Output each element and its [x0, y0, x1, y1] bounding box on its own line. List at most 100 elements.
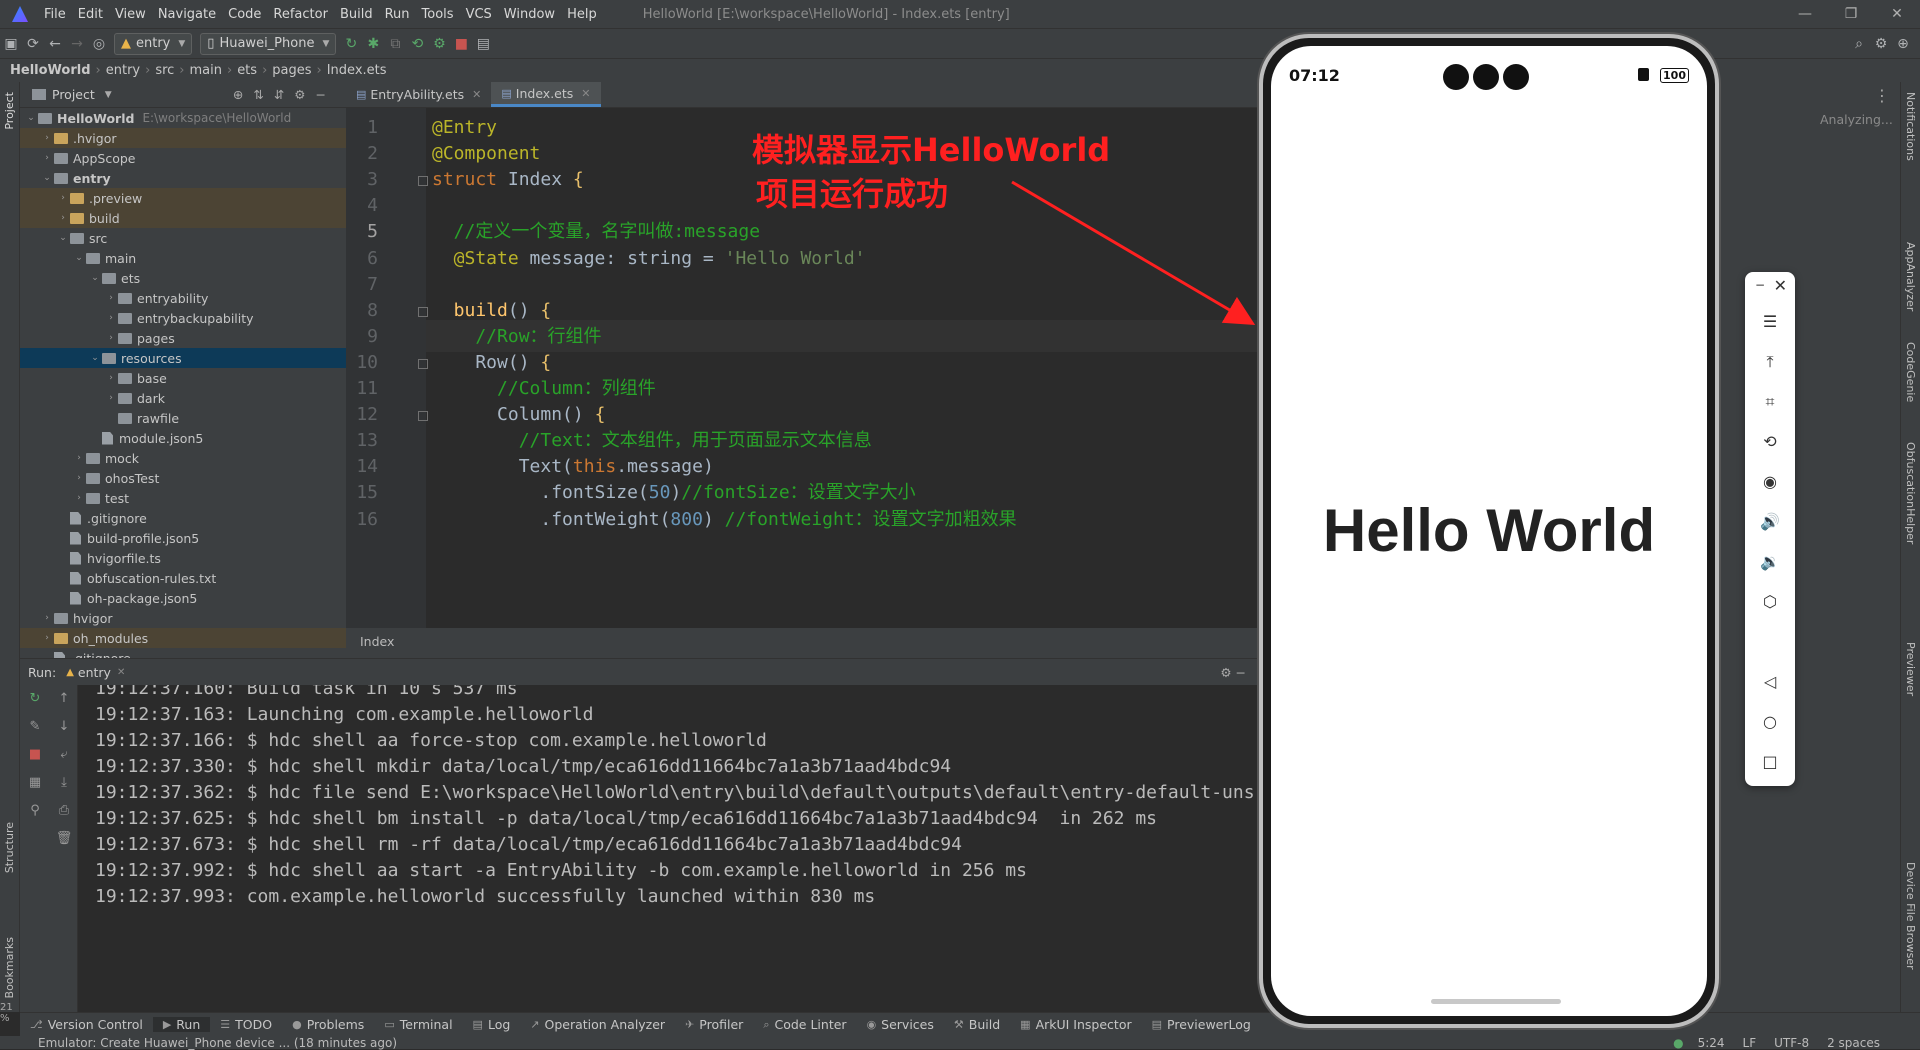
debug-icon[interactable]: ✱ — [362, 33, 384, 55]
bottom-tab-previewerlog[interactable]: ▤ PreviewerLog — [1142, 1017, 1261, 1032]
bottom-tab-todo[interactable]: ☰ TODO — [210, 1017, 282, 1032]
record-icon[interactable]: ◉ — [1745, 472, 1795, 491]
tree-item[interactable]: ⌄ HelloWorld E:\workspace\HelloWorld — [20, 108, 346, 128]
bottom-tab-arkui-inspector[interactable]: ▦ ArkUI Inspector — [1010, 1017, 1141, 1032]
chevron-right-icon[interactable]: › — [56, 193, 70, 203]
tree-item[interactable]: › .preview — [20, 188, 346, 208]
right-tool-tab[interactable]: Notifications — [1904, 92, 1917, 161]
update-icon[interactable]: ⊕ — [1892, 33, 1914, 55]
tree-item[interactable]: build-profile.json5 — [20, 528, 346, 548]
apply-changes-icon[interactable]: ⟲ — [406, 33, 428, 55]
stop-icon[interactable]: ■ — [20, 741, 50, 769]
sync-icon[interactable]: ⟳ — [22, 33, 44, 55]
search-icon[interactable]: ⌕ — [1848, 33, 1870, 55]
breadcrumb-item[interactable]: src — [155, 63, 174, 78]
editor-tab[interactable]: ▤ EntryAbility.ets ✕ — [346, 82, 491, 107]
print-icon[interactable]: ⎙ — [50, 797, 78, 825]
tree-item[interactable]: › pages — [20, 328, 346, 348]
tree-item[interactable]: obfuscation-rules.txt — [20, 568, 346, 588]
target-icon[interactable]: ◎ — [88, 33, 110, 55]
bottom-tab-terminal[interactable]: ▭ Terminal — [374, 1017, 462, 1032]
tree-item[interactable]: › entryability — [20, 288, 346, 308]
chevron-right-icon[interactable]: › — [56, 213, 70, 223]
layout-icon[interactable]: ▦ — [20, 769, 50, 797]
tree-item[interactable]: › test — [20, 488, 346, 508]
tree-item[interactable]: › .hvigor — [20, 128, 346, 148]
tree-item[interactable]: › build — [20, 208, 346, 228]
status-item[interactable]: LF — [1743, 1036, 1757, 1050]
structure-tool-tab[interactable]: Structure — [3, 822, 16, 873]
rerun-icon[interactable]: ↻ — [340, 33, 362, 55]
shake-icon[interactable]: ⬡ — [1745, 592, 1795, 611]
tree-item[interactable]: › base — [20, 368, 346, 388]
tree-item[interactable]: ⌄ resources — [20, 348, 346, 368]
chevron-down-icon[interactable]: ⌄ — [88, 273, 102, 283]
tree-item[interactable]: ⌄ main — [20, 248, 346, 268]
module-select[interactable]: ▲ entry ▼ — [114, 32, 193, 55]
editor-breadcrumb[interactable]: Index — [346, 628, 1260, 658]
editor-tab[interactable]: ▤ Index.ets ✕ — [491, 82, 601, 107]
tree-item[interactable]: › mock — [20, 448, 346, 468]
tree-item[interactable]: oh-package.json5 — [20, 588, 346, 608]
scroll-up-icon[interactable]: ↑ — [50, 685, 78, 713]
menu-tools[interactable]: Tools — [416, 7, 460, 22]
pin-to-top-icon[interactable]: ⤒ — [1745, 352, 1795, 372]
scroll-down-icon[interactable]: ↓ — [50, 713, 78, 741]
bottom-tab-run[interactable]: ▶ Run — [152, 1017, 211, 1032]
chevron-down-icon[interactable]: ⌄ — [56, 233, 70, 243]
right-tool-tab[interactable]: ObfuscationHelper — [1904, 442, 1917, 544]
scroll-to-end-icon[interactable]: ⤓ — [50, 769, 78, 797]
close-tab-icon[interactable]: ✕ — [472, 88, 481, 101]
phone-screen[interactable]: 07:12 100 Hello World — [1271, 46, 1707, 1016]
menu-help[interactable]: Help — [561, 7, 603, 22]
close-icon[interactable]: ✕ — [1745, 276, 1795, 295]
status-item[interactable]: UTF-8 — [1774, 1036, 1809, 1050]
chevron-right-icon[interactable]: › — [104, 393, 118, 403]
menu-view[interactable]: View — [109, 7, 152, 22]
run-panel-settings-icon[interactable]: ⚙ − — [1220, 665, 1246, 680]
back-nav-icon[interactable]: ◁ — [1745, 672, 1795, 691]
home-indicator[interactable] — [1431, 999, 1561, 1004]
chevron-right-icon[interactable]: › — [104, 293, 118, 303]
breadcrumb-item[interactable]: HelloWorld — [10, 63, 91, 78]
status-message[interactable]: Emulator: Create Huawei_Phone device ...… — [38, 1036, 397, 1050]
status-item[interactable]: 5:24 — [1698, 1036, 1725, 1050]
project-panel-actions[interactable]: ⊕⇅⇵⚙− — [233, 87, 336, 102]
tree-item[interactable]: › oh_modules — [20, 628, 346, 648]
chevron-down-icon[interactable]: ⌄ — [88, 353, 102, 363]
trash-icon[interactable]: 🗑 — [50, 825, 78, 853]
bookmarks-tool-tab[interactable]: Bookmarks — [3, 937, 16, 998]
chevron-down-icon[interactable]: ⌄ — [72, 253, 86, 263]
bottom-tab-build[interactable]: ⚒ Build — [944, 1017, 1010, 1032]
fold-marker-icon[interactable] — [418, 358, 428, 369]
menu-build[interactable]: Build — [334, 7, 379, 22]
chevron-down-icon[interactable]: ⌄ — [24, 113, 38, 123]
tree-item[interactable]: ⌄ src — [20, 228, 346, 248]
right-tool-tab[interactable]: Previewer — [1904, 642, 1917, 696]
restore-icon[interactable]: ❐ — [1828, 6, 1874, 22]
wrench-icon[interactable]: ✎ — [20, 713, 50, 741]
project-view-select[interactable]: Project — [52, 87, 95, 102]
menu-icon[interactable]: ☰ — [1745, 312, 1795, 331]
breadcrumb-item[interactable]: pages — [272, 63, 311, 78]
fold-marker-icon[interactable] — [418, 176, 428, 187]
tree-item[interactable]: module.json5 — [20, 428, 346, 448]
breadcrumb-item[interactable]: main — [190, 63, 222, 78]
right-tool-tab[interactable]: AppAnalyzer — [1904, 242, 1917, 311]
chevron-right-icon[interactable]: › — [40, 133, 54, 143]
device-manager-icon[interactable]: ▤ — [472, 33, 494, 55]
tree-item[interactable]: › hvigor — [20, 608, 346, 628]
chevron-right-icon[interactable]: › — [72, 493, 86, 503]
tree-item[interactable]: hvigorfile.ts — [20, 548, 346, 568]
more-options-icon[interactable]: ⋮ — [1874, 86, 1890, 105]
bottom-tab-problems[interactable]: ● Problems — [282, 1017, 374, 1032]
chevron-down-icon[interactable]: ▼ — [105, 90, 112, 100]
tree-item[interactable]: .gitignore — [20, 508, 346, 528]
volume-down-icon[interactable]: 🔉 — [1745, 552, 1795, 571]
right-tool-tab[interactable]: Device File Browser — [1904, 862, 1917, 970]
tree-item[interactable]: › dark — [20, 388, 346, 408]
soft-wrap-icon[interactable]: ⤶ — [50, 741, 78, 769]
forward-icon[interactable]: → — [66, 33, 88, 55]
tree-item[interactable]: › AppScope — [20, 148, 346, 168]
menu-file[interactable]: File — [38, 7, 72, 22]
